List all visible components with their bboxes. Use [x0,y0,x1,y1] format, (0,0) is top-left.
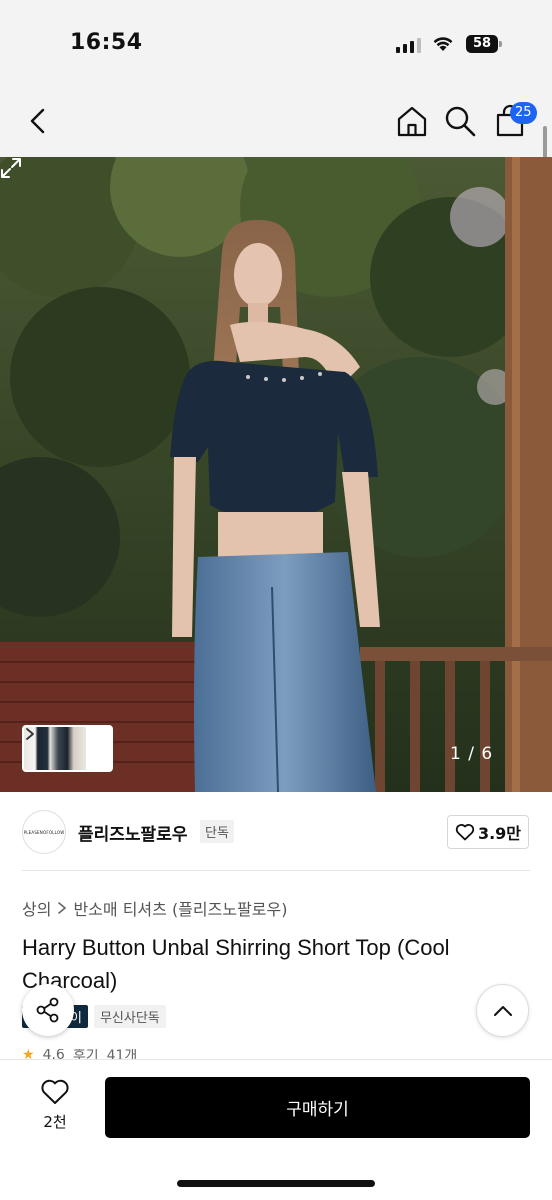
brand-like-button[interactable]: 3.9만 [447,815,529,849]
expand-icon[interactable] [0,157,22,179]
brand-like-count: 3.9만 [477,824,522,843]
cart-count-badge: 25 [510,102,537,124]
search-icon[interactable] [443,104,477,138]
wifi-icon [433,37,453,51]
home-indicator [177,1180,375,1187]
status-bar: 16:54 58 [0,0,552,84]
product-photo [0,157,552,792]
exclusive-tag: 단독 [200,820,234,843]
home-icon[interactable] [395,104,429,138]
share-button[interactable] [22,984,74,1036]
chevron-left-icon[interactable] [22,104,56,138]
scroll-to-top-button[interactable] [476,984,529,1037]
share-icon [36,997,59,1023]
bottom-purchase-bar: 2천 구매하기 [0,1059,552,1200]
buy-button[interactable]: 구매하기 [105,1077,530,1138]
cellular-signal-icon [396,38,421,53]
status-time: 16:54 [70,30,143,55]
product-title: Harry Button Unbal Shirring Short Top (C… [22,935,450,993]
brand-name[interactable]: 플리즈노팔로우 [78,820,187,845]
brand-row: PLEASENOFOLLOW 플리즈노팔로우 단독 3.9만 [0,792,552,872]
battery-icon: 58 [466,35,502,53]
scroll-indicator [543,126,547,158]
thumbnail-strip[interactable] [22,725,113,772]
wishlist-count: 2천 [43,1113,67,1131]
chevron-right-icon [58,902,67,914]
image-counter: 1 / 6 [450,744,494,764]
breadcrumb-category[interactable]: 상의 [22,896,51,920]
heart-outline-icon [41,1079,69,1104]
wishlist-button[interactable]: 2천 [28,1078,82,1138]
product-image[interactable]: 1 / 6 [0,157,552,792]
product-tag: 무신사단독 [93,1005,166,1028]
heart-outline-icon [455,824,475,841]
chevron-right-icon [26,728,34,740]
battery-level: 58 [466,35,498,53]
breadcrumb: 상의 반소매 티셔츠 (플리즈노팔로우) [22,896,287,920]
chevron-up-icon [493,1005,512,1016]
nav-header [0,84,552,157]
breadcrumb-subcategory[interactable]: 반소매 티셔츠 (플리즈노팔로우) [73,896,287,920]
brand-logo[interactable]: PLEASENOFOLLOW [22,810,66,854]
divider [22,870,530,871]
